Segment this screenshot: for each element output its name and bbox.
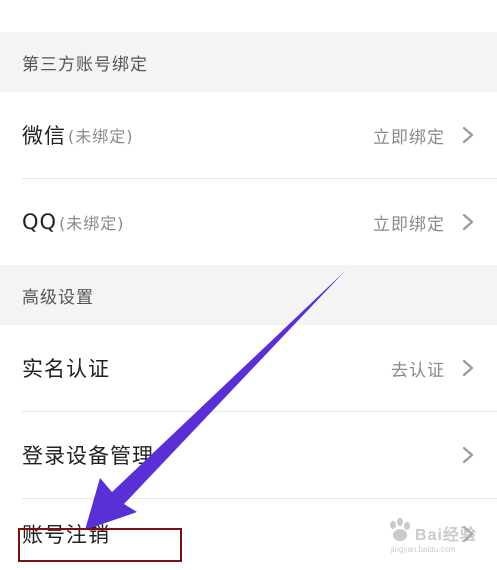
- row-qq[interactable]: QQ (未绑定) 立即绑定: [0, 179, 497, 265]
- row-device-management[interactable]: 登录设备管理: [0, 412, 497, 498]
- section-header-advanced: 高级设置: [0, 265, 497, 325]
- chevron-right-icon: [462, 359, 474, 377]
- row-right: 立即绑定: [373, 92, 475, 178]
- row-right: [461, 412, 475, 498]
- row-wechat[interactable]: 微信 (未绑定) 立即绑定: [0, 92, 497, 178]
- row-title: 账号注销: [22, 523, 110, 547]
- section-title: 第三方账号绑定: [22, 54, 148, 75]
- bind-now-link[interactable]: 立即绑定: [373, 123, 445, 148]
- row-title: 实名认证: [22, 357, 110, 381]
- row-right: 立即绑定: [373, 179, 475, 265]
- row-realname[interactable]: 实名认证 去认证: [0, 325, 497, 411]
- chevron-right-icon: [462, 525, 474, 543]
- chevron-right-icon: [462, 446, 474, 464]
- section-header-third-party: 第三方账号绑定: [0, 32, 497, 92]
- binding-status: (未绑定): [68, 127, 134, 146]
- verify-link[interactable]: 去认证: [391, 356, 445, 381]
- binding-status: (未绑定): [59, 214, 125, 233]
- bind-now-link[interactable]: 立即绑定: [373, 210, 445, 235]
- section-title: 高级设置: [22, 287, 94, 308]
- row-right: 去认证: [391, 325, 475, 411]
- top-blank: [0, 0, 497, 32]
- chevron-right-icon: [462, 126, 474, 144]
- row-account-cancel[interactable]: 账号注销: [0, 499, 497, 569]
- row-title: QQ: [22, 210, 58, 234]
- row-title: 微信: [22, 124, 66, 148]
- chevron-right-icon: [462, 213, 474, 231]
- row-right: [461, 499, 475, 569]
- row-title: 登录设备管理: [22, 444, 154, 468]
